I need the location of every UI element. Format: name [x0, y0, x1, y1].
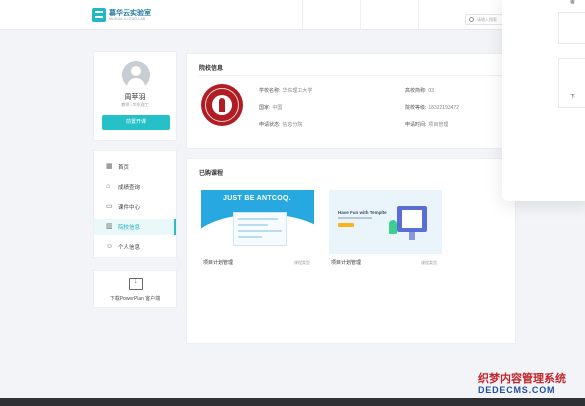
field-key: 申请时间:: [405, 122, 427, 128]
field-value: 03: [428, 88, 434, 94]
course-type: 课程类型: [421, 260, 437, 265]
sidebar-item-school-info[interactable]: ▥ 院校信息: [94, 219, 176, 235]
top-nav-bar: 慕华云实验室 MUHUA CLOUD LAB 请输入搜索: [0, 0, 585, 30]
field-value: 18322193472: [428, 105, 459, 111]
sidebar-item-home[interactable]: ▦ 首页: [94, 159, 176, 175]
field-key: 国家:: [259, 105, 271, 111]
search-placeholder: 请输入搜索: [477, 17, 497, 22]
thumbnail-plant: [389, 220, 397, 234]
brand-subtitle: MUHUA CLOUD LAB: [109, 17, 146, 21]
grid-icon: ▦: [106, 163, 113, 170]
avatar-body: [127, 78, 145, 89]
sidebar-item-label: 院校信息: [118, 225, 141, 231]
user-name: 周苹羽: [124, 94, 146, 101]
field-value: 信息分院: [282, 122, 303, 128]
field-value: 中国: [272, 105, 283, 111]
course-thumbnail[interactable]: Have Fun with Templte: [329, 190, 442, 254]
field-key: 学校名称:: [259, 88, 281, 94]
brand-logo-icon[interactable]: [92, 8, 106, 22]
field-key: 院校等级:: [405, 105, 427, 111]
monitor-icon: ▭: [106, 203, 113, 210]
sidebar-item-courseware[interactable]: ▭ 课件中心: [94, 199, 176, 215]
panel-box: [558, 12, 585, 44]
sidebar-item-label: 成绩查询: [118, 185, 141, 191]
sidebar-item-personal[interactable]: ☺ 个人信息: [94, 239, 176, 255]
section-title: 院校信息: [199, 66, 224, 72]
graduation-cap-icon: ⌂: [106, 183, 111, 190]
profile-card: 周苹羽 教师 | 华东理工 前置开课: [93, 51, 177, 141]
course-type: 课程类型: [294, 260, 310, 265]
bottom-bar: [0, 398, 585, 406]
nav-divider: [302, 0, 303, 30]
download-client-label: 下载PowerPlan 客户端: [109, 296, 161, 302]
download-client-card[interactable]: ↓ 下载PowerPlan 客户端: [93, 270, 177, 308]
school-seal-logo: [201, 84, 243, 126]
thumbnail-headline: JUST BE ANTCOQ.: [223, 195, 292, 202]
course-thumbnail[interactable]: JUST BE ANTCOQ.: [201, 190, 314, 254]
nav-divider: [360, 0, 361, 30]
avatar[interactable]: [122, 61, 150, 89]
user-icon: ☺: [106, 243, 114, 250]
user-school: 教师 | 华东理工: [121, 102, 149, 107]
thumbnail-monitor-screen: [402, 210, 422, 228]
seal-emblem: [219, 98, 225, 112]
thumbnail-headline: Have Fun with Templte: [338, 210, 387, 215]
field-country: 国家: 中国: [259, 104, 282, 111]
download-arrow-icon: ↓: [134, 278, 138, 285]
purchased-courses-panel: 已购课程 JUST BE ANTCOQ. 项目计划管理 课程类型 Have Fu…: [186, 158, 516, 344]
avatar-head: [131, 66, 141, 76]
section-title: 已购课程: [199, 171, 224, 177]
field-key: 高校简称:: [405, 88, 427, 94]
panel-box: [558, 58, 585, 108]
field-apply-status: 申请状态: 信息分院: [259, 121, 302, 128]
thumbnail-subline: [338, 217, 372, 219]
floating-side-panel: 备 下: [502, 0, 585, 201]
course-name[interactable]: 项目计划管理: [331, 259, 361, 266]
panel-text: 下: [570, 94, 576, 100]
panel-text: 备: [570, 0, 576, 5]
school-info-panel: 院校信息 学校名称: 华东理工大学 国家: 中国 申请状态: 信息分院 高校简称: 03…: [186, 53, 516, 149]
sidebar-item-label: 课件中心: [118, 205, 141, 211]
divider: [199, 75, 509, 76]
watermark-text: 织梦内容管理系统: [478, 373, 566, 385]
thumbnail-button: [338, 223, 354, 227]
thumbnail-monitor-stand: [409, 232, 415, 240]
start-course-button[interactable]: 前置开课: [102, 115, 170, 130]
sidebar-menu: ▦ 首页 ⌂ 成绩查询 ▭ 课件中心 ▥ 院校信息 ☺ 个人信息: [93, 150, 177, 258]
field-school-name: 学校名称: 华东理工大学: [259, 87, 312, 94]
thumbnail-screen: [233, 212, 287, 246]
field-value: 华东理工大学: [282, 88, 313, 94]
field-apply-time: 申请时间: 项目管理: [405, 121, 448, 128]
building-icon: ▥: [106, 223, 113, 230]
field-key: 申请状态:: [259, 122, 281, 128]
sidebar-item-label: 个人信息: [118, 245, 141, 251]
course-name[interactable]: 项目计划管理: [203, 259, 233, 266]
sidebar-item-grades[interactable]: ⌂ 成绩查询: [94, 179, 176, 195]
watermark-url: DEDECMS.COM: [478, 385, 556, 395]
search-icon: [469, 17, 474, 22]
field-value: 项目管理: [428, 122, 449, 128]
field-short-name: 高校简称: 03: [405, 87, 434, 94]
field-level: 院校等级: 18322193472: [405, 104, 459, 111]
sidebar-item-label: 首页: [118, 165, 130, 171]
nav-divider: [418, 0, 419, 30]
